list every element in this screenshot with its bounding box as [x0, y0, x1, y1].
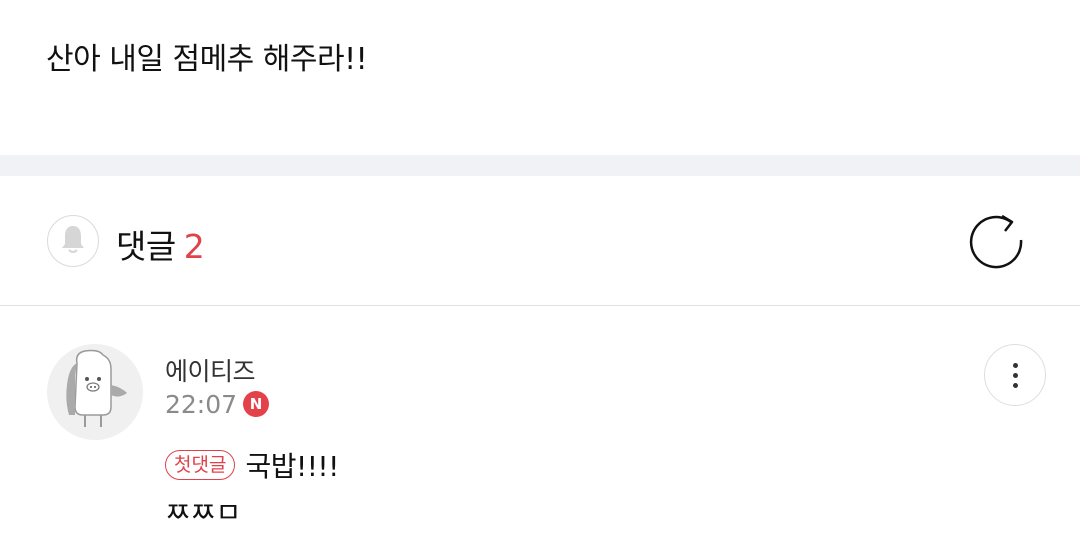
refresh-button[interactable] [962, 208, 1030, 276]
comment-time: 22:07 [165, 389, 238, 419]
new-badge: N [243, 391, 270, 417]
notification-toggle[interactable] [47, 215, 99, 267]
more-vertical-icon-dot-3 [1012, 382, 1018, 388]
comments-header: 댓글 2 [0, 176, 1080, 306]
comment-author[interactable]: 에이티즈 [165, 352, 256, 388]
comments-label: 댓글 [116, 227, 176, 266]
comments-title: 댓글 2 [116, 220, 205, 268]
bell-icon [59, 224, 87, 258]
more-vertical-icon-dot-2 [1012, 372, 1018, 378]
comment-text-line1: 국밥!!!! [245, 450, 339, 483]
refresh-icon [965, 209, 1027, 275]
post-text: 산아 내일 점메추 해주라!! [46, 42, 368, 77]
more-vertical-icon [1012, 362, 1018, 368]
first-comment-badge: 첫댓글 [165, 450, 236, 480]
section-divider [0, 155, 1080, 176]
comment-meta: 22:07 N [165, 387, 270, 421]
comment-item: 에이티즈 22:07 N 첫댓글 국밥!!!! ㅉㅉㅁ [0, 307, 1080, 540]
more-options-button[interactable] [984, 344, 1046, 406]
comment-body: 첫댓글 국밥!!!! [165, 445, 339, 485]
comments-count: 2 [183, 227, 205, 266]
character-avatar-icon [55, 345, 135, 439]
avatar[interactable] [47, 344, 143, 440]
comment-text-line2: ㅉㅉㅁ [165, 496, 241, 529]
